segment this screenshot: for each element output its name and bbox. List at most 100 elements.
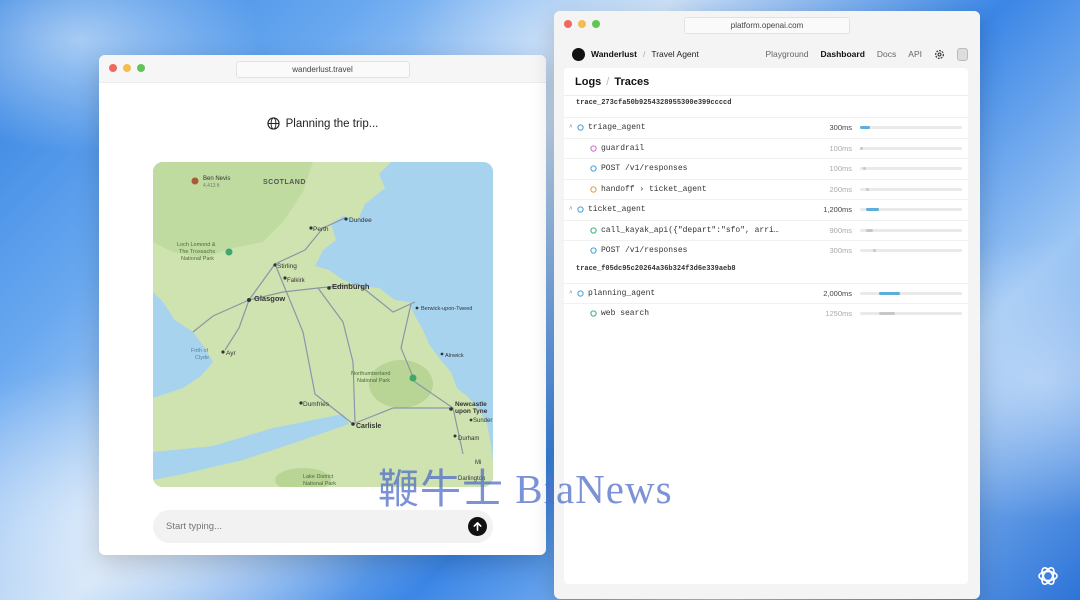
send-button[interactable] [468,517,487,536]
address-bar[interactable]: wanderlust.travel [235,61,410,78]
titlebar: wanderlust.travel [99,55,546,83]
span-row[interactable]: POST /v1/responses 100ms [564,158,968,178]
map-label-sunderland: Sunder [473,418,492,424]
map-label-newcastle-1: Newcastle [455,401,487,408]
timeline-track [860,187,962,191]
span-name: POST /v1/responses [601,164,688,173]
minimize-window-button[interactable] [578,20,586,28]
nav-playground[interactable]: Playground [766,49,809,59]
map-label-ben-nevis-height: 4,413 ft [203,183,220,189]
span-row[interactable]: handoff › ticket_agent 200ms [564,178,968,199]
maximize-window-button[interactable] [592,20,600,28]
breadcrumb-logs[interactable]: Logs [575,76,601,88]
address-bar[interactable]: platform.openai.com [684,17,850,34]
map-label-stirling: Stirling [277,263,297,270]
timeline-track [860,146,962,150]
search-icon [590,310,597,317]
map-label-edinburgh: Edinburgh [332,282,370,291]
timeline-bar [860,146,864,150]
close-window-button[interactable] [109,64,117,72]
timeline-bar [866,228,874,232]
gear-icon[interactable] [934,49,945,60]
map-label-ben-nevis: Ben Nevis [203,176,230,182]
collapse-caret-icon[interactable]: ^ [569,206,573,213]
org-logo-icon [572,47,585,61]
breadcrumb-separator: / [606,76,610,88]
span-duration: 1,200ms [823,205,852,214]
map-label-dundee: Dundee [349,217,372,224]
response-icon [590,165,597,172]
nav-docs[interactable]: Docs [877,49,896,59]
span-row[interactable]: ^ triage_agent 300ms [564,117,968,137]
map-label-falkirk: Falkirk [287,278,306,284]
span-duration: 300ms [829,123,852,132]
collapse-caret-icon[interactable]: ^ [569,124,573,131]
span-row[interactable]: POST /v1/responses 300ms [564,240,968,260]
span-name: web search [601,309,650,318]
span-row[interactable]: web search 1250ms [564,303,968,323]
breadcrumb-traces: Traces [614,76,650,88]
map-label-loch-lomond-2: The Trossachs [179,249,215,255]
org-name[interactable]: Wanderlust [591,49,637,59]
timeline-bar [879,312,895,315]
map-label-scotland: SCOTLAND [263,179,306,186]
guardrail-icon [590,144,597,152]
map-label-alnwick: Alnwick [445,353,464,359]
chat-input[interactable] [166,521,468,532]
map-label-durham: Durham [458,436,479,442]
span-name: planning_agent [588,288,656,298]
span-duration: 900ms [829,225,852,235]
status-line: Planning the trip... [99,117,546,130]
trace-id[interactable]: trace_273cfa50b9254328955300e399ccccd [576,99,731,107]
maximize-window-button[interactable] [137,64,145,72]
timeline-bar [873,249,877,252]
function-icon [590,226,597,234]
timeline-bar [863,167,867,170]
planning-status-text: Planning the trip... [285,117,379,130]
span-name: guardrail [601,143,645,153]
nav-dashboard[interactable]: Dashboard [821,49,865,59]
map-label-glasgow: Glasgow [254,294,285,303]
timeline-track [860,312,962,315]
divider [564,95,968,96]
titlebar: platform.openai.com [554,11,980,39]
span-name: handoff › ticket_agent [601,184,707,194]
span-name: call_kayak_api({"depart":"sfo", arri… [601,225,779,235]
map-label-ayr: Ayr [226,350,236,357]
span-row[interactable]: ^ planning_agent 2,000ms [564,282,968,303]
collapse-caret-icon[interactable]: ^ [569,290,573,297]
timeline-bar [866,208,880,211]
handoff-icon [590,185,597,193]
globe-icon [267,117,280,130]
span-name: triage_agent [588,123,646,132]
span-row[interactable]: call_kayak_api({"depart":"sfo", arri… 900… [564,219,968,240]
map-label-newcastle-2: upon Tyne [455,408,488,415]
map-label-firth-2: Clyde [195,355,209,361]
timeline-track [860,208,962,211]
span-row[interactable]: guardrail 100ms [564,137,968,158]
openai-logo-icon [1038,567,1058,585]
timeline-track [860,126,962,129]
map-label-lake-district-1: Lake District [303,474,334,480]
minimize-window-button[interactable] [123,64,131,72]
avatar[interactable] [957,47,968,61]
response-icon [590,247,597,254]
span-row[interactable]: ^ ticket_agent 1,200ms [564,199,968,219]
project-name[interactable]: Travel Agent [651,49,698,59]
map-label-loch-lomond-1: Loch Lomond & [177,242,216,248]
nav-api[interactable]: API [908,49,922,59]
span-duration: 300ms [829,246,852,255]
map-canvas[interactable]: Ben Nevis 4,413 ft SCOTLAND Dundee Perth… [153,162,493,487]
map-label-berwick: Berwick-upon-Tweed [421,306,472,312]
timeline-bar [879,291,900,295]
top-nav: Wanderlust / Travel Agent Playground Das… [554,41,980,67]
span-duration: 1250ms [825,309,852,318]
span-duration: 100ms [829,143,852,153]
agent-icon [577,124,584,131]
trace-id[interactable]: trace_f05dc95c20264a36b324f3d6e339aeb8 [576,265,736,273]
span-name: POST /v1/responses [601,246,688,255]
map[interactable]: Ben Nevis 4,413 ft SCOTLAND Dundee Perth… [153,162,493,487]
agent-icon [577,206,584,213]
close-window-button[interactable] [564,20,572,28]
map-label-northumberland-1: Northumberland [351,371,390,377]
